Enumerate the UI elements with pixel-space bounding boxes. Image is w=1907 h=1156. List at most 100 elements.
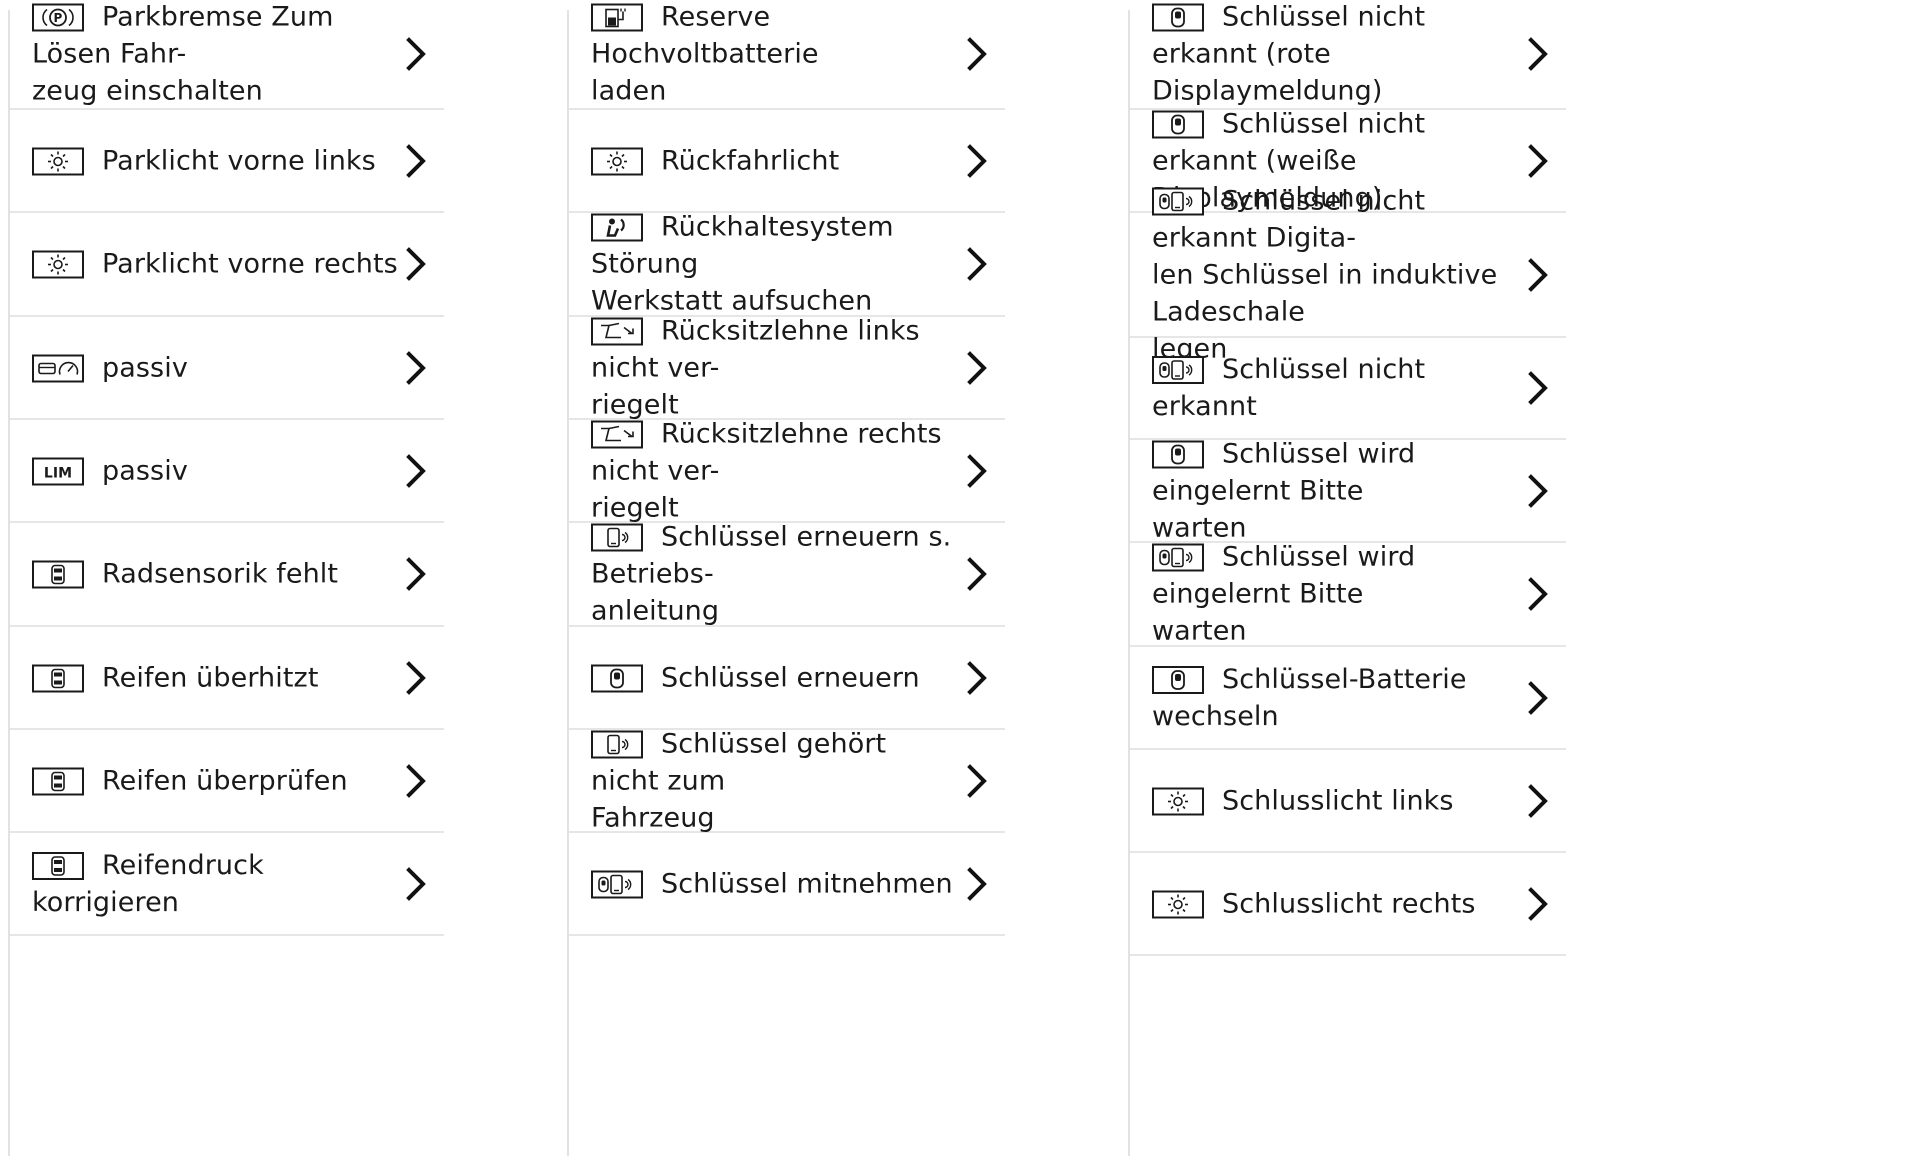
parking-brake-icon: P xyxy=(32,3,84,32)
list-item-text: Schlüssel wird eingelernt Bitte warten xyxy=(1152,539,1520,650)
list-item[interactable]: Reserve Hochvoltbatterie laden xyxy=(569,0,1005,110)
chevron-right-icon[interactable] xyxy=(965,763,989,799)
list-item-text: Rücksitzlehne rechts nicht ver-riegelt xyxy=(591,415,959,526)
list-item-label: passiv xyxy=(102,455,188,486)
list-item-text: passiv xyxy=(32,349,398,386)
list-item[interactable]: LIM passiv xyxy=(10,420,444,523)
chevron-right-icon[interactable] xyxy=(404,350,428,386)
key-icon xyxy=(1152,110,1204,138)
chevron-right-icon[interactable] xyxy=(1526,576,1550,612)
light-icon xyxy=(591,147,643,175)
chevron-right-icon[interactable] xyxy=(404,453,428,489)
list-item-text: Parklicht vorne rechts xyxy=(32,246,398,283)
list-item[interactable]: Reifendruck korrigieren xyxy=(10,833,444,936)
list-item[interactable]: Rücksitzlehne links nicht ver-riegelt xyxy=(569,315,1005,420)
chevron-right-icon[interactable] xyxy=(404,246,428,282)
chevron-right-icon[interactable] xyxy=(965,36,989,72)
list-item-label: Rückfahrlicht xyxy=(661,145,840,176)
chevron-right-icon[interactable] xyxy=(965,350,989,386)
list-item[interactable]: Schlüssel erneuern xyxy=(569,627,1005,730)
chevron-right-icon[interactable] xyxy=(404,660,428,696)
key-phone-icon xyxy=(1152,543,1204,572)
phone-key-icon xyxy=(591,730,643,758)
list-item-label: Rücksitzlehne rechts nicht ver-riegelt xyxy=(591,418,942,523)
list-item[interactable]: Schlusslicht links xyxy=(1130,750,1566,853)
chevron-right-icon[interactable] xyxy=(404,866,428,902)
list-item-text: Schlusslicht rechts xyxy=(1152,885,1520,922)
chevron-right-icon[interactable] xyxy=(965,660,989,696)
list-item-label: Schlüssel mitnehmen xyxy=(661,868,953,899)
chevron-right-icon[interactable] xyxy=(1526,143,1550,179)
list-item-text: Schlüssel nicht erkannt (rote Displaymeld… xyxy=(1152,0,1520,110)
list-item[interactable]: Reifen überhitzt xyxy=(10,627,444,730)
list-item-text: Rücksitzlehne links nicht ver-riegelt xyxy=(591,312,959,423)
list-item[interactable]: Rückfahrlicht xyxy=(569,110,1005,213)
key-icon xyxy=(1152,440,1204,468)
list-item[interactable]: P Parkbremse Zum Lösen Fahr-zeug einschal… xyxy=(10,0,444,110)
list-item[interactable]: Parklicht vorne rechts xyxy=(10,213,444,317)
tire-pressure-icon xyxy=(32,560,84,589)
svg-text:P: P xyxy=(54,11,63,25)
list-item[interactable]: Schlüssel-Batterie wechseln xyxy=(1130,647,1566,750)
key-phone-icon xyxy=(591,870,643,898)
chevron-right-icon[interactable] xyxy=(965,556,989,592)
chevron-right-icon[interactable] xyxy=(1526,680,1550,716)
list-item[interactable]: Schlüssel erneuern s. Betriebs-anleitung xyxy=(569,521,1005,627)
light-icon xyxy=(1152,787,1204,815)
list-item[interactable]: Schlüssel gehört nicht zum Fahrzeug xyxy=(569,728,1005,833)
chevron-right-icon[interactable] xyxy=(965,866,989,902)
list-item[interactable]: Schlüssel mitnehmen xyxy=(569,833,1005,936)
svg-text:LIM: LIM xyxy=(44,465,72,481)
list-item[interactable]: Schlüssel nicht erkannt xyxy=(1130,338,1566,440)
list-item-text: Rückfahrlicht xyxy=(591,142,959,179)
list-item[interactable]: Schlüssel nicht erkannt Digita-len Schlü… xyxy=(1130,185,1566,364)
list-item-label: Parklicht vorne links xyxy=(102,145,376,176)
key-icon xyxy=(591,664,643,692)
chevron-right-icon[interactable] xyxy=(965,143,989,179)
lim-icon: LIM xyxy=(32,457,84,485)
list-item[interactable]: Reifen überprüfen xyxy=(10,730,444,833)
list-item-text: Reserve Hochvoltbatterie laden xyxy=(591,0,959,110)
list-item-label: Radsensorik fehlt xyxy=(102,558,339,590)
chevron-right-icon[interactable] xyxy=(404,763,428,799)
list-item-text: Schlüssel nicht erkannt xyxy=(1152,351,1520,425)
list-item[interactable]: Schlüssel nicht erkannt (rote Displaymeld… xyxy=(1130,0,1566,110)
chevron-right-icon[interactable] xyxy=(1526,36,1550,72)
seat-backrest-icon xyxy=(591,317,643,345)
list-item-text: LIM passiv xyxy=(32,452,398,489)
list-item[interactable]: Rücksitzlehne rechts nicht ver-riegelt xyxy=(569,418,1005,523)
list-item-text: Reifen überprüfen xyxy=(32,762,398,799)
list-item-label: Schlüssel erneuern s. Betriebs-anleitung xyxy=(591,521,952,627)
list-item-label: Parklicht vorne rechts xyxy=(102,248,398,280)
list-item[interactable]: Rückhaltesystem Störung Werkstatt aufsuch… xyxy=(569,212,1005,317)
distance-assist-icon xyxy=(32,354,84,382)
list-item[interactable]: Radsensorik fehlt xyxy=(10,523,444,627)
list-item-label: Schlusslicht links xyxy=(1222,785,1454,816)
list-item-label: passiv xyxy=(102,352,188,383)
chevron-right-icon[interactable] xyxy=(1526,783,1550,819)
list-item-label: Schlüssel erneuern xyxy=(661,662,920,693)
chevron-right-icon[interactable] xyxy=(404,36,428,72)
list-item[interactable]: Schlusslicht rechts xyxy=(1130,853,1566,956)
chevron-right-icon[interactable] xyxy=(1526,473,1550,509)
list-item[interactable]: Schlüssel wird eingelernt Bitte warten xyxy=(1130,438,1566,543)
list-item-label: Reifen überhitzt xyxy=(102,662,319,693)
chevron-right-icon[interactable] xyxy=(404,556,428,592)
list-item[interactable]: Parklicht vorne links xyxy=(10,110,444,213)
list-item-text: Reifen überhitzt xyxy=(32,659,398,696)
list-item-text: Schlüssel mitnehmen xyxy=(591,865,959,902)
list-item[interactable]: passiv xyxy=(10,317,444,420)
chevron-right-icon[interactable] xyxy=(965,453,989,489)
chevron-right-icon[interactable] xyxy=(1526,886,1550,922)
chevron-right-icon[interactable] xyxy=(1526,370,1550,406)
list-item-text: P Parkbremse Zum Lösen Fahr-zeug einschal… xyxy=(32,0,398,110)
list-item-text: Parklicht vorne links xyxy=(32,142,398,179)
chevron-right-icon[interactable] xyxy=(965,246,989,282)
list-item-text: Reifendruck korrigieren xyxy=(32,847,398,921)
phone-key-icon xyxy=(591,523,643,552)
chevron-right-icon[interactable] xyxy=(404,143,428,179)
list-item[interactable]: Schlüssel wird eingelernt Bitte warten xyxy=(1130,542,1566,647)
chevron-right-icon[interactable] xyxy=(1526,257,1550,293)
list-item-label: Schlusslicht rechts xyxy=(1222,888,1476,919)
tire-pressure-icon xyxy=(32,767,84,795)
